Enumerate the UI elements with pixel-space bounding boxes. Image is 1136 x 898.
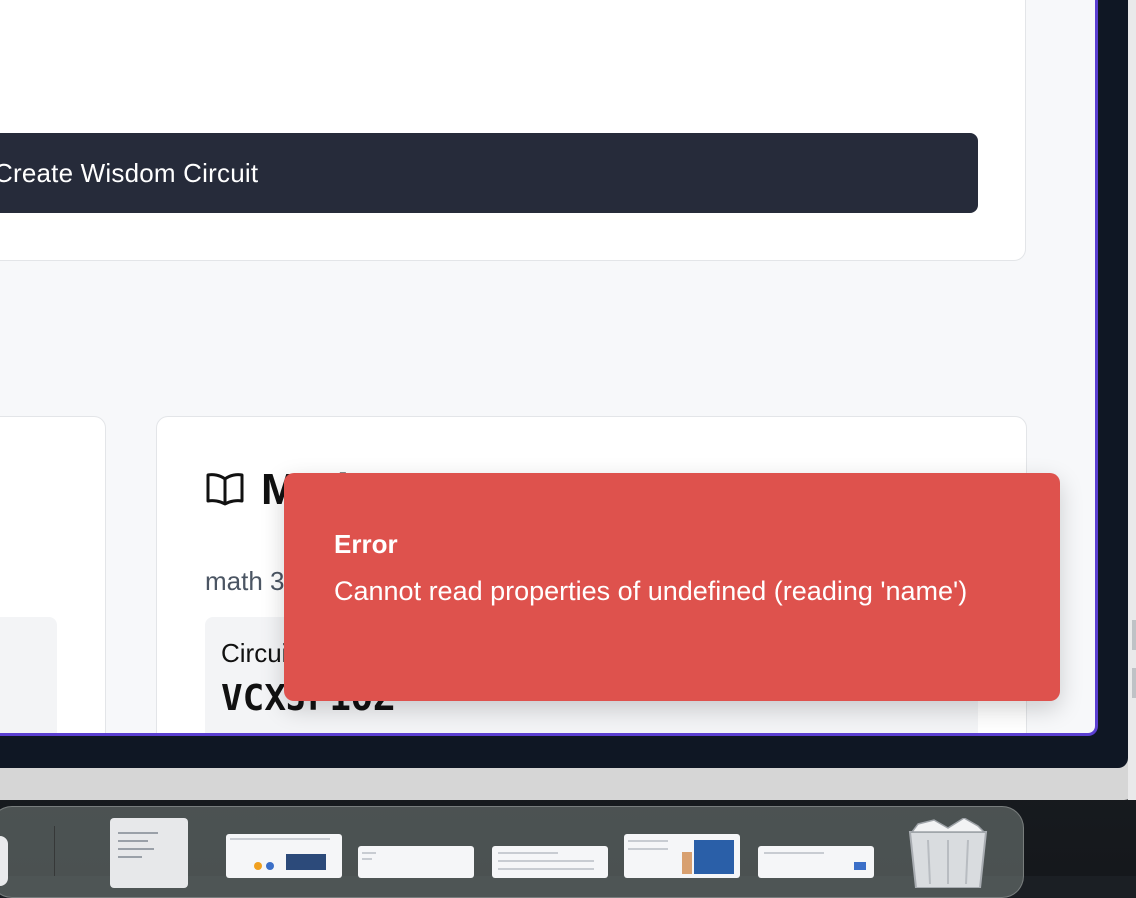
trash-icon[interactable]	[904, 818, 992, 888]
dock-separator	[54, 826, 55, 876]
create-wisdom-circuit-button[interactable]: Create Wisdom Circuit	[0, 133, 978, 213]
toast-message: Cannot read properties of undefined (rea…	[334, 576, 968, 606]
circuit-code-box-left	[0, 617, 57, 733]
circuit-subtitle: math 3	[205, 566, 285, 596]
dock-window-thumbnail-4[interactable]	[624, 834, 740, 878]
toast-title: Error	[334, 529, 398, 559]
document-icon[interactable]	[110, 818, 188, 888]
background-window-edge	[1128, 0, 1136, 800]
create-circuit-card	[0, 0, 1026, 261]
dock-app-icon[interactable]	[0, 836, 8, 886]
book-open-icon	[206, 473, 244, 506]
dock-window-thumbnail-1[interactable]	[226, 834, 342, 878]
dock-window-thumbnail-3[interactable]	[492, 846, 608, 878]
create-wisdom-circuit-label: Create Wisdom Circuit	[0, 158, 259, 188]
dock-window-thumbnail-5[interactable]	[758, 846, 874, 878]
error-toast[interactable]: Error Cannot read properties of undefine…	[284, 473, 1060, 701]
dock-window-thumbnail-2[interactable]	[358, 846, 474, 878]
